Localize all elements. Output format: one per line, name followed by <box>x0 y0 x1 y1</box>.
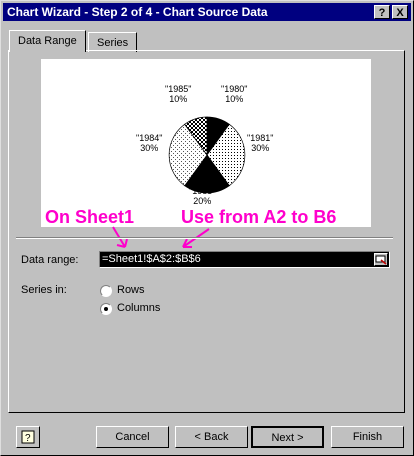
radio-rows-label[interactable]: Rows <box>117 284 145 296</box>
radio-columns-label[interactable]: Columns <box>117 302 160 314</box>
radio-columns[interactable] <box>100 303 112 315</box>
window-title: Chart Wizard - Step 2 of 4 - Chart Sourc… <box>7 5 268 19</box>
close-button[interactable]: X <box>392 5 408 19</box>
series-in-label: Series in: <box>21 284 67 296</box>
tab-data-range[interactable]: Data Range <box>9 30 86 52</box>
title-bar: Chart Wizard - Step 2 of 4 - Chart Sourc… <box>3 3 411 21</box>
chart-preview: "1985" 10% "1980" 10% "1984" 30% "1981" 30% … <box>41 59 371 227</box>
pie-label-1985: "1985" 10% <box>165 84 192 104</box>
radio-rows[interactable] <box>100 285 112 297</box>
pie-label-1984: "1984" 30% <box>136 133 163 153</box>
radio-selected-dot <box>104 307 108 311</box>
help-button[interactable]: ? <box>16 426 40 448</box>
separator <box>16 237 393 239</box>
svg-text:?: ? <box>25 433 31 444</box>
chart-wizard-dialog: Chart Wizard - Step 2 of 4 - Chart Sourc… <box>0 0 414 456</box>
tab-series[interactable]: Series <box>88 32 138 52</box>
pie-label-1981: "1981" 30% <box>247 133 274 153</box>
data-range-value[interactable]: =Sheet1!$A$2:$B$6 <box>102 253 201 265</box>
pie-label-1983: "1983" 20% <box>189 186 216 206</box>
finish-button[interactable]: Finish <box>331 426 404 448</box>
cancel-button[interactable]: Cancel <box>96 426 169 448</box>
help-title-button[interactable]: ? <box>374 5 390 19</box>
next-button[interactable]: Next > <box>251 426 324 448</box>
data-range-input[interactable]: =Sheet1!$A$2:$B$6 <box>99 251 390 268</box>
pie-label-1980: "1980" 10% <box>221 84 248 104</box>
help-icon: ? <box>21 430 35 444</box>
collapse-dialog-icon <box>375 255 387 265</box>
collapse-dialog-button[interactable] <box>374 253 388 266</box>
back-button[interactable]: < Back <box>175 426 248 448</box>
data-range-label: Data range: <box>21 254 79 266</box>
